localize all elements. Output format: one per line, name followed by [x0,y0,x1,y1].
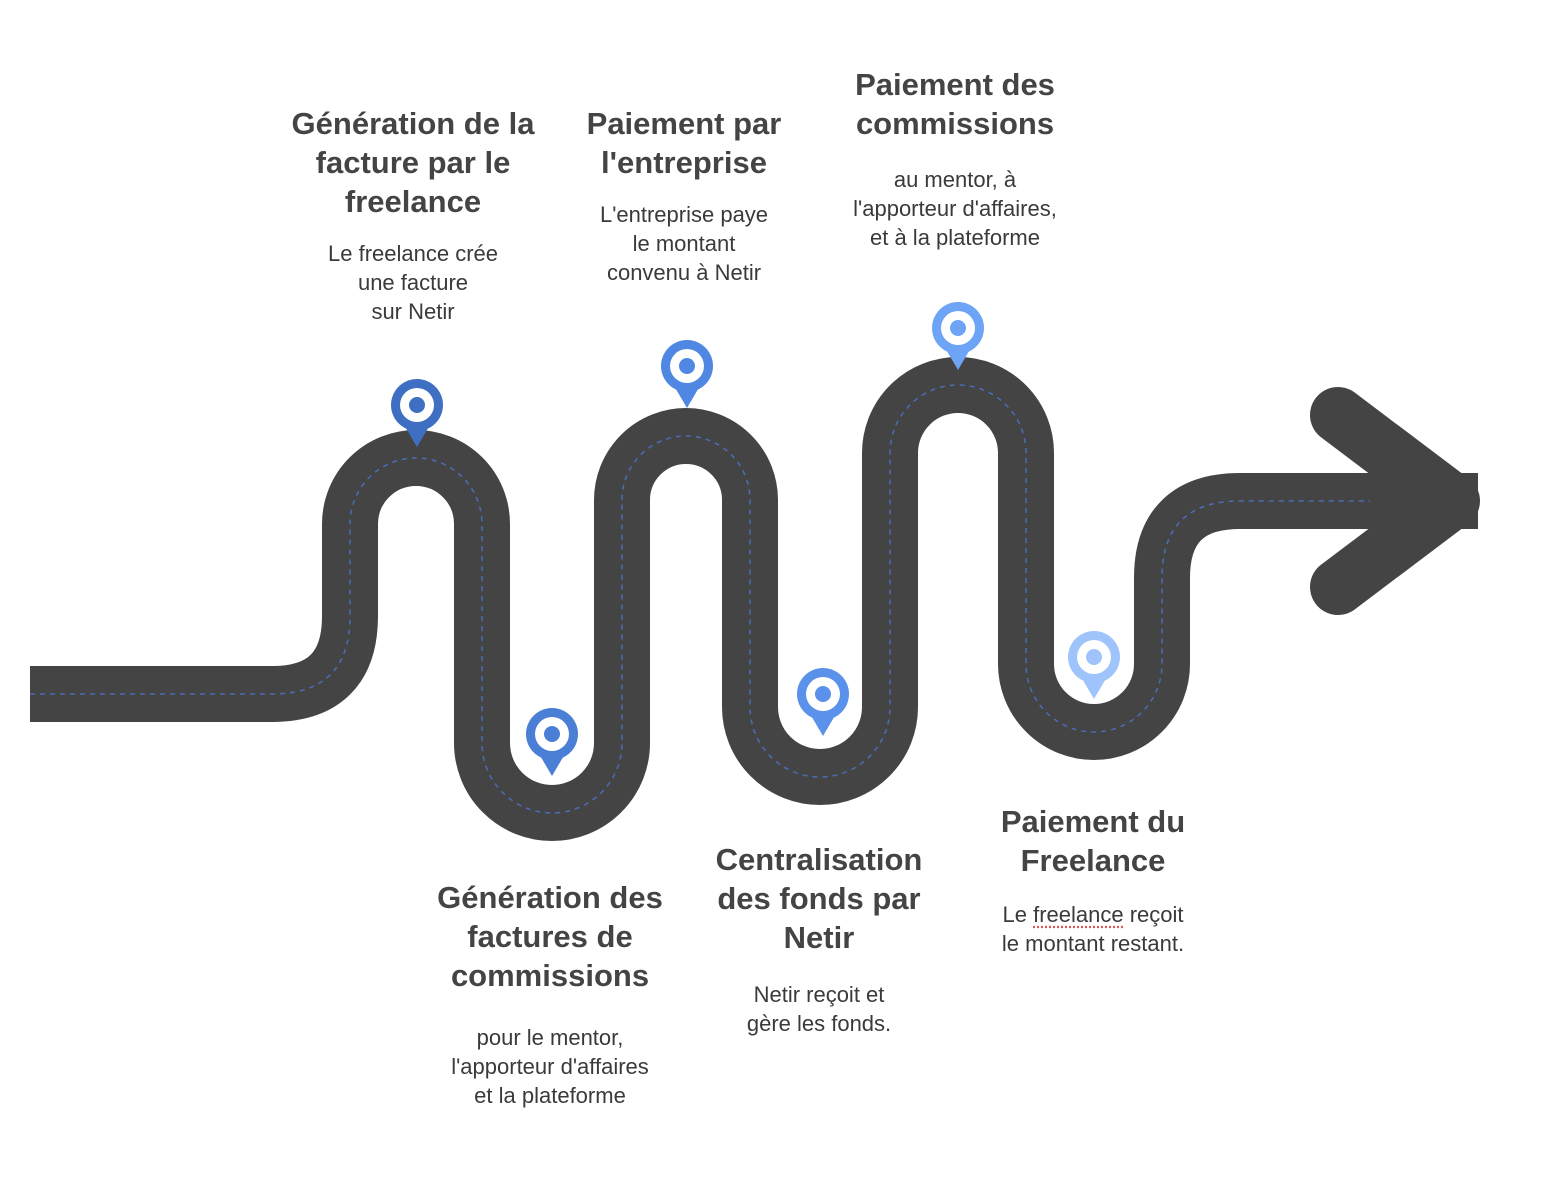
step-3: Paiement par l'entreprise L'entreprise p… [559,104,809,287]
step-6: Paiement du Freelance Le freelance reçoi… [975,802,1211,958]
step-1: Génération de la facture par le freelanc… [282,104,544,326]
step-4-description: Netir reçoit et gère les fonds. [746,982,892,1036]
step-3-description: L'entreprise paye le montant convenu à N… [599,202,769,285]
step-4: Centralisation des fonds par Netir Netir… [693,840,945,1038]
pin-step-2-icon [526,708,578,776]
pin-step-4-icon [797,668,849,736]
step-1-title: Génération de la facture par le freelanc… [291,106,535,219]
step-6-desc-line2: le montant restant. [1001,931,1185,956]
step-6-desc-pre: Le [1002,902,1034,927]
step-6-title: Paiement du Freelance [1000,804,1186,878]
step-1-description: Le freelance crée une facture sur Netir [328,241,498,324]
step-5-title: Paiement des commissions [855,67,1055,141]
step-5: Paiement des commissions au mentor, à l'… [817,65,1093,252]
pin-step-6-icon [1068,631,1120,699]
road [30,357,1478,841]
step-6-description: Le freelance reçoit le montant restant. [975,900,1211,958]
step-3-title: Paiement par l'entreprise [586,106,782,180]
step-2-title: Génération des factures de commissions [437,880,663,993]
step-2-description: pour le mentor, l'apporteur d'affaires e… [451,1025,649,1108]
pin-step-3-icon [661,340,713,408]
step-5-description: au mentor, à l'apporteur d'affaires, et … [853,167,1057,250]
step-2: Génération des factures de commissions p… [415,878,685,1110]
step-4-title: Centralisation des fonds par Netir [715,842,923,955]
step-6-desc-word: freelance [1033,902,1124,927]
step-6-desc-post: reçoit [1123,902,1184,927]
